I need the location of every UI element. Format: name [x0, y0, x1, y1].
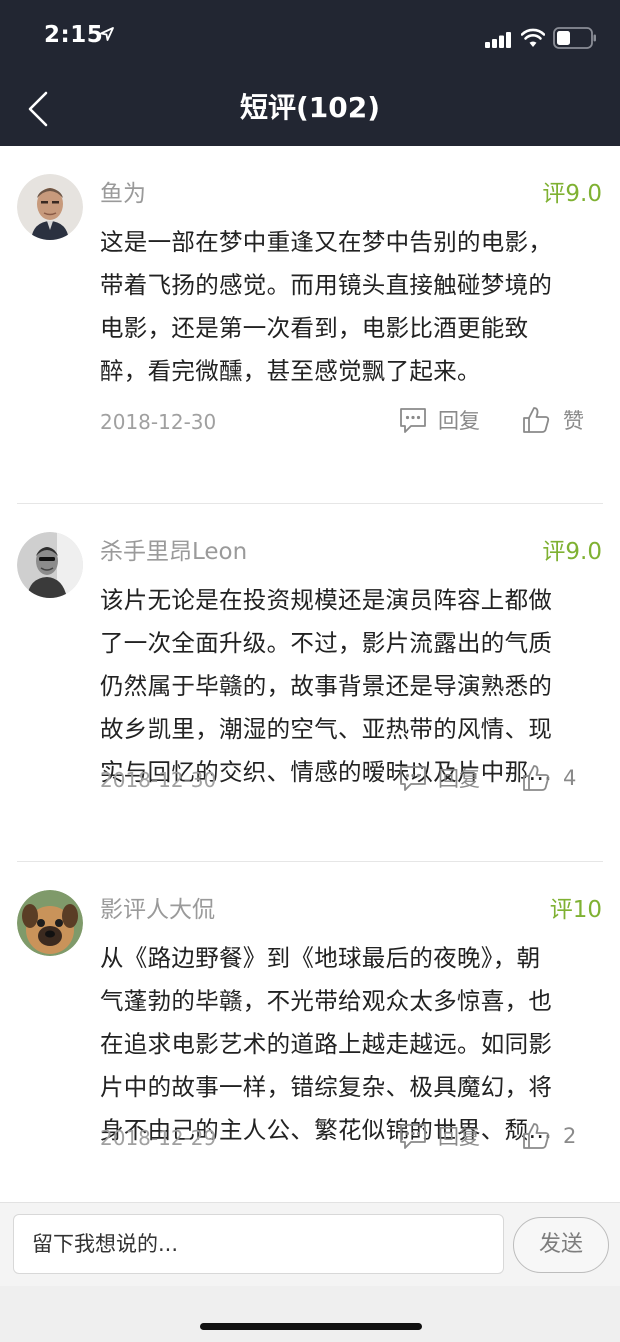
wifi-icon — [521, 28, 545, 47]
thumbs-up-icon — [523, 1123, 550, 1149]
like-label: 赞 — [563, 409, 584, 433]
comment-text-line: 从《路边野餐》到《地球最后的夜晚》，朝 — [100, 944, 541, 972]
comment-text[interactable]: 该片无论是在投资规模还是演员阵容上都做 了一次全面升级。不过，影片流露出的气质 … — [100, 579, 586, 794]
status-time: 2:15 — [44, 22, 104, 48]
like-count: 2 — [563, 1124, 577, 1148]
comment-score: 评10 — [549, 897, 602, 923]
reply-label: 回复 — [438, 767, 480, 791]
send-button[interactable]: 发送 — [513, 1217, 609, 1273]
like-count: 4 — [563, 766, 577, 790]
comment-text-line: 气蓬勃的毕赣，不光带给观众太多惊喜，也 — [100, 987, 553, 1015]
comment-score: 评9.0 — [542, 539, 602, 565]
status-bar: 2:15 — [0, 0, 620, 72]
comment-text-line: 在追求电影艺术的道路上越走越远。如同影 — [100, 1030, 553, 1058]
reply-label: 回复 — [438, 1125, 480, 1149]
comment-text[interactable]: 从《路边野餐》到《地球最后的夜晚》，朝 气蓬勃的毕赣，不光带给观众太多惊喜，也 … — [100, 937, 586, 1152]
comment-input[interactable]: 留下我想说的... — [13, 1214, 504, 1274]
comment-text-line: 该片无论是在投资规模还是演员阵容上都做 — [100, 586, 553, 614]
thumbs-up-icon — [523, 407, 550, 433]
reply-button[interactable]: 回复 — [398, 763, 480, 793]
like-button[interactable]: 2 — [521, 1121, 576, 1151]
reply-button[interactable]: 回复 — [398, 1121, 480, 1151]
reply-bubble-icon — [400, 766, 426, 791]
signal-icon — [485, 32, 511, 48]
bottom-safe-area — [0, 1286, 620, 1342]
page-title: 短评(102) — [239, 91, 381, 124]
comment-text-line: 这是一部在梦中重逢又在梦中告别的电影， — [100, 228, 553, 256]
comment-date: 2018-12-29 — [100, 1126, 217, 1150]
reply-label: 回复 — [438, 409, 480, 433]
comment-username[interactable]: 影评人大侃 — [100, 894, 215, 926]
comment-date: 2018-12-30 — [100, 410, 217, 434]
comment-item: 杀手里昂Leon 评9.0 该片无论是在投资规模还是演员阵容上都做 了一次全面升… — [0, 504, 620, 862]
comment-list: 鱼为 评9.0 这是一部在梦中重逢又在梦中告别的电影， 带着飞扬的感觉。而用镜头… — [0, 146, 620, 1220]
battery-icon — [553, 27, 596, 49]
reply-button[interactable]: 回复 — [398, 405, 480, 435]
comment-text[interactable]: 这是一部在梦中重逢又在梦中告别的电影， 带着飞扬的感觉。而用镜头直接触碰梦境的 … — [100, 221, 586, 393]
comment-text-line: 了一次全面升级。不过，影片流露出的气质 — [100, 629, 553, 657]
comment-score: 评9.0 — [542, 181, 602, 207]
like-button[interactable]: 赞 — [521, 405, 584, 435]
avatar[interactable] — [17, 174, 83, 240]
comment-text-line: 带着飞扬的感觉。而用镜头直接触碰梦境的 — [100, 271, 553, 299]
location-arrow-icon — [100, 27, 114, 41]
comment-text-line: 故乡凯里，潮湿的空气、亚热带的风情、现 — [100, 715, 553, 743]
home-indicator[interactable] — [200, 1323, 422, 1330]
comment-date: 2018-12-30 — [100, 768, 217, 792]
reply-bubble-icon — [400, 408, 426, 433]
avatar[interactable] — [17, 890, 83, 956]
comment-username[interactable]: 鱼为 — [100, 178, 146, 210]
comment-text-line: 电影，还是第一次看到，电影比酒更能致 — [100, 314, 529, 342]
like-button[interactable]: 4 — [521, 763, 576, 793]
comment-text-line: 仍然属于毕赣的，故事背景还是导演熟悉的 — [100, 672, 553, 700]
reply-bubble-icon — [400, 1124, 426, 1149]
top-header: 2:15 短评(102) — [0, 0, 620, 146]
thumbs-up-icon — [523, 765, 550, 791]
comment-text-line: 片中的故事一样，错综复杂、极具魔幻，将 — [100, 1073, 553, 1101]
comment-item: 鱼为 评9.0 这是一部在梦中重逢又在梦中告别的电影， 带着飞扬的感觉。而用镜头… — [0, 146, 620, 504]
comment-item: 影评人大侃 评10 从《路边野餐》到《地球最后的夜晚》，朝 气蓬勃的毕赣，不光带… — [0, 862, 620, 1220]
comment-text-line: 醉，看完微醺，甚至感觉飘了起来。 — [100, 357, 481, 385]
comment-username[interactable]: 杀手里昂Leon — [100, 536, 247, 568]
comment-input-bar: 留下我想说的... 发送 — [0, 1202, 620, 1286]
avatar[interactable] — [17, 532, 83, 598]
